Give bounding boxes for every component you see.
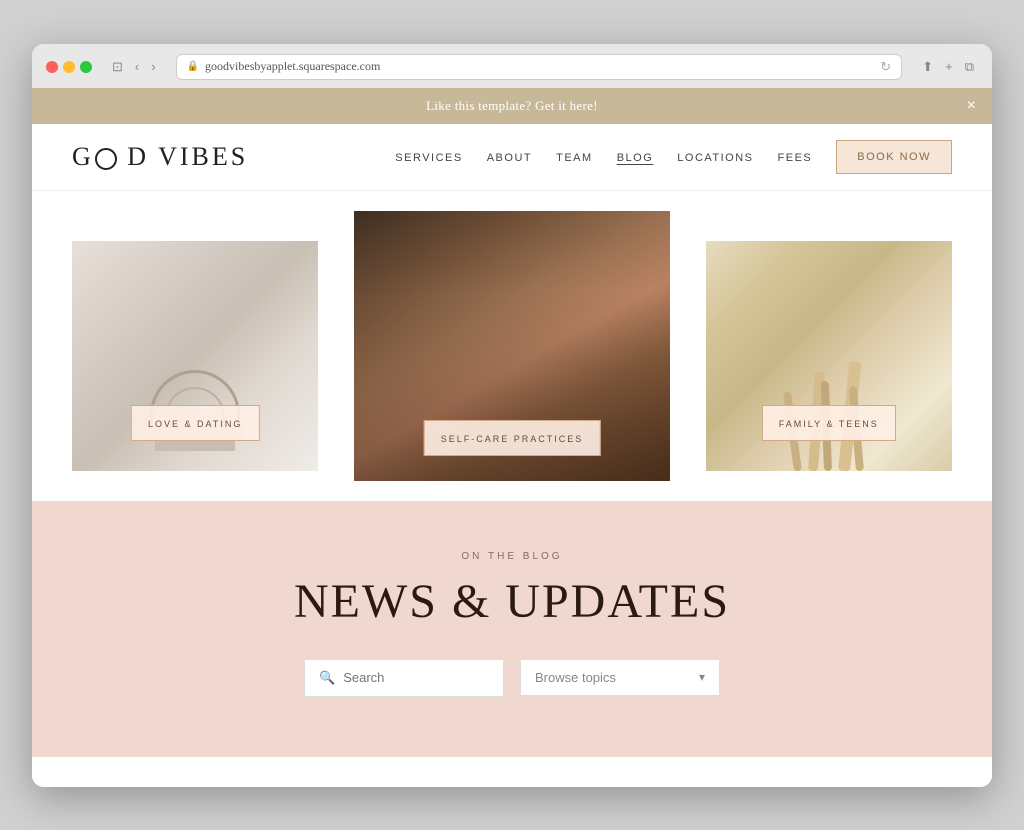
nav-blog[interactable]: BLOG	[617, 148, 654, 166]
blog-main-title: NEWS & UPDATES	[72, 574, 952, 629]
close-window-btn[interactable]	[46, 61, 58, 73]
love-dating-label-text: LOVE & DATING	[148, 419, 242, 429]
nav-about[interactable]: ABOUT	[487, 148, 532, 166]
chevron-down-icon: ▾	[699, 670, 705, 685]
lock-icon: 🔒	[187, 61, 199, 72]
window-controls	[46, 61, 92, 73]
site-logo[interactable]: G D VIBES	[72, 142, 248, 172]
nav-fees[interactable]: FEES	[778, 148, 813, 166]
love-dating-label: LOVE & DATING	[131, 405, 259, 441]
book-now-button[interactable]: BOOK NOW	[836, 140, 952, 174]
self-care-label-text: SELF-CARE PRACTICES	[441, 434, 584, 444]
nav-team[interactable]: TEAM	[556, 148, 593, 166]
main-nav: G D VIBES SERVICES ABOUT TEAM BLOG LOCAT…	[32, 124, 992, 191]
announcement-text: Like this template? Get it here!	[426, 98, 598, 114]
address-bar[interactable]: 🔒 goodvibesbyapplet.squarespace.com ↻	[176, 54, 903, 80]
nav-controls: ⊡ ‹ ›	[108, 57, 160, 77]
blog-section: ON THE BLOG NEWS & UPDATES 🔍 Browse topi…	[32, 501, 992, 757]
blog-subtitle: ON THE BLOG	[72, 551, 952, 562]
bottom-bar	[32, 757, 992, 787]
announcement-close-btn[interactable]: ×	[967, 97, 976, 115]
search-input[interactable]	[343, 670, 489, 685]
url-text: goodvibesbyapplet.squarespace.com	[205, 59, 380, 74]
search-icon: 🔍	[319, 670, 335, 686]
website-content: Like this template? Get it here! × G D V…	[32, 88, 992, 787]
sidebar-toggle-btn[interactable]: ⊡	[108, 57, 127, 77]
family-teens-label: FAMILY & TEENS	[762, 405, 896, 441]
announcement-bar: Like this template? Get it here! ×	[32, 88, 992, 124]
blog-category-grid: LOVE & DATING SELF-CARE PRACTICES	[32, 191, 992, 481]
browse-topics-dropdown[interactable]: Browse topics ▾	[520, 659, 720, 696]
back-btn[interactable]: ‹	[131, 57, 143, 77]
logo-o-first	[95, 148, 117, 170]
search-box[interactable]: 🔍	[304, 659, 504, 697]
new-tab-btn[interactable]: +	[941, 57, 957, 77]
tabs-btn[interactable]: ⧉	[961, 57, 978, 77]
browser-action-buttons: ⬆ + ⧉	[918, 57, 978, 77]
maximize-window-btn[interactable]	[80, 61, 92, 73]
blog-card-family-teens[interactable]: FAMILY & TEENS	[706, 241, 952, 471]
self-care-label: SELF-CARE PRACTICES	[424, 420, 601, 456]
share-btn[interactable]: ⬆	[918, 57, 937, 77]
nav-services[interactable]: SERVICES	[395, 148, 462, 166]
minimize-window-btn[interactable]	[63, 61, 75, 73]
blog-search-row: 🔍 Browse topics ▾	[72, 659, 952, 697]
logo-text: D VIBES	[127, 142, 248, 171]
browse-topics-label: Browse topics	[535, 670, 616, 685]
blog-card-self-care[interactable]: SELF-CARE PRACTICES	[354, 211, 671, 481]
browser-chrome: ⊡ ‹ › 🔒 goodvibesbyapplet.squarespace.co…	[32, 44, 992, 88]
family-teens-label-text: FAMILY & TEENS	[779, 419, 879, 429]
reload-icon[interactable]: ↻	[880, 59, 891, 75]
nav-locations[interactable]: LOCATIONS	[677, 148, 753, 166]
browser-window: ⊡ ‹ › 🔒 goodvibesbyapplet.squarespace.co…	[32, 44, 992, 787]
nav-links: SERVICES ABOUT TEAM BLOG LOCATIONS FEES …	[395, 140, 952, 174]
blog-card-love-dating[interactable]: LOVE & DATING	[72, 241, 318, 471]
forward-btn[interactable]: ›	[147, 57, 159, 77]
